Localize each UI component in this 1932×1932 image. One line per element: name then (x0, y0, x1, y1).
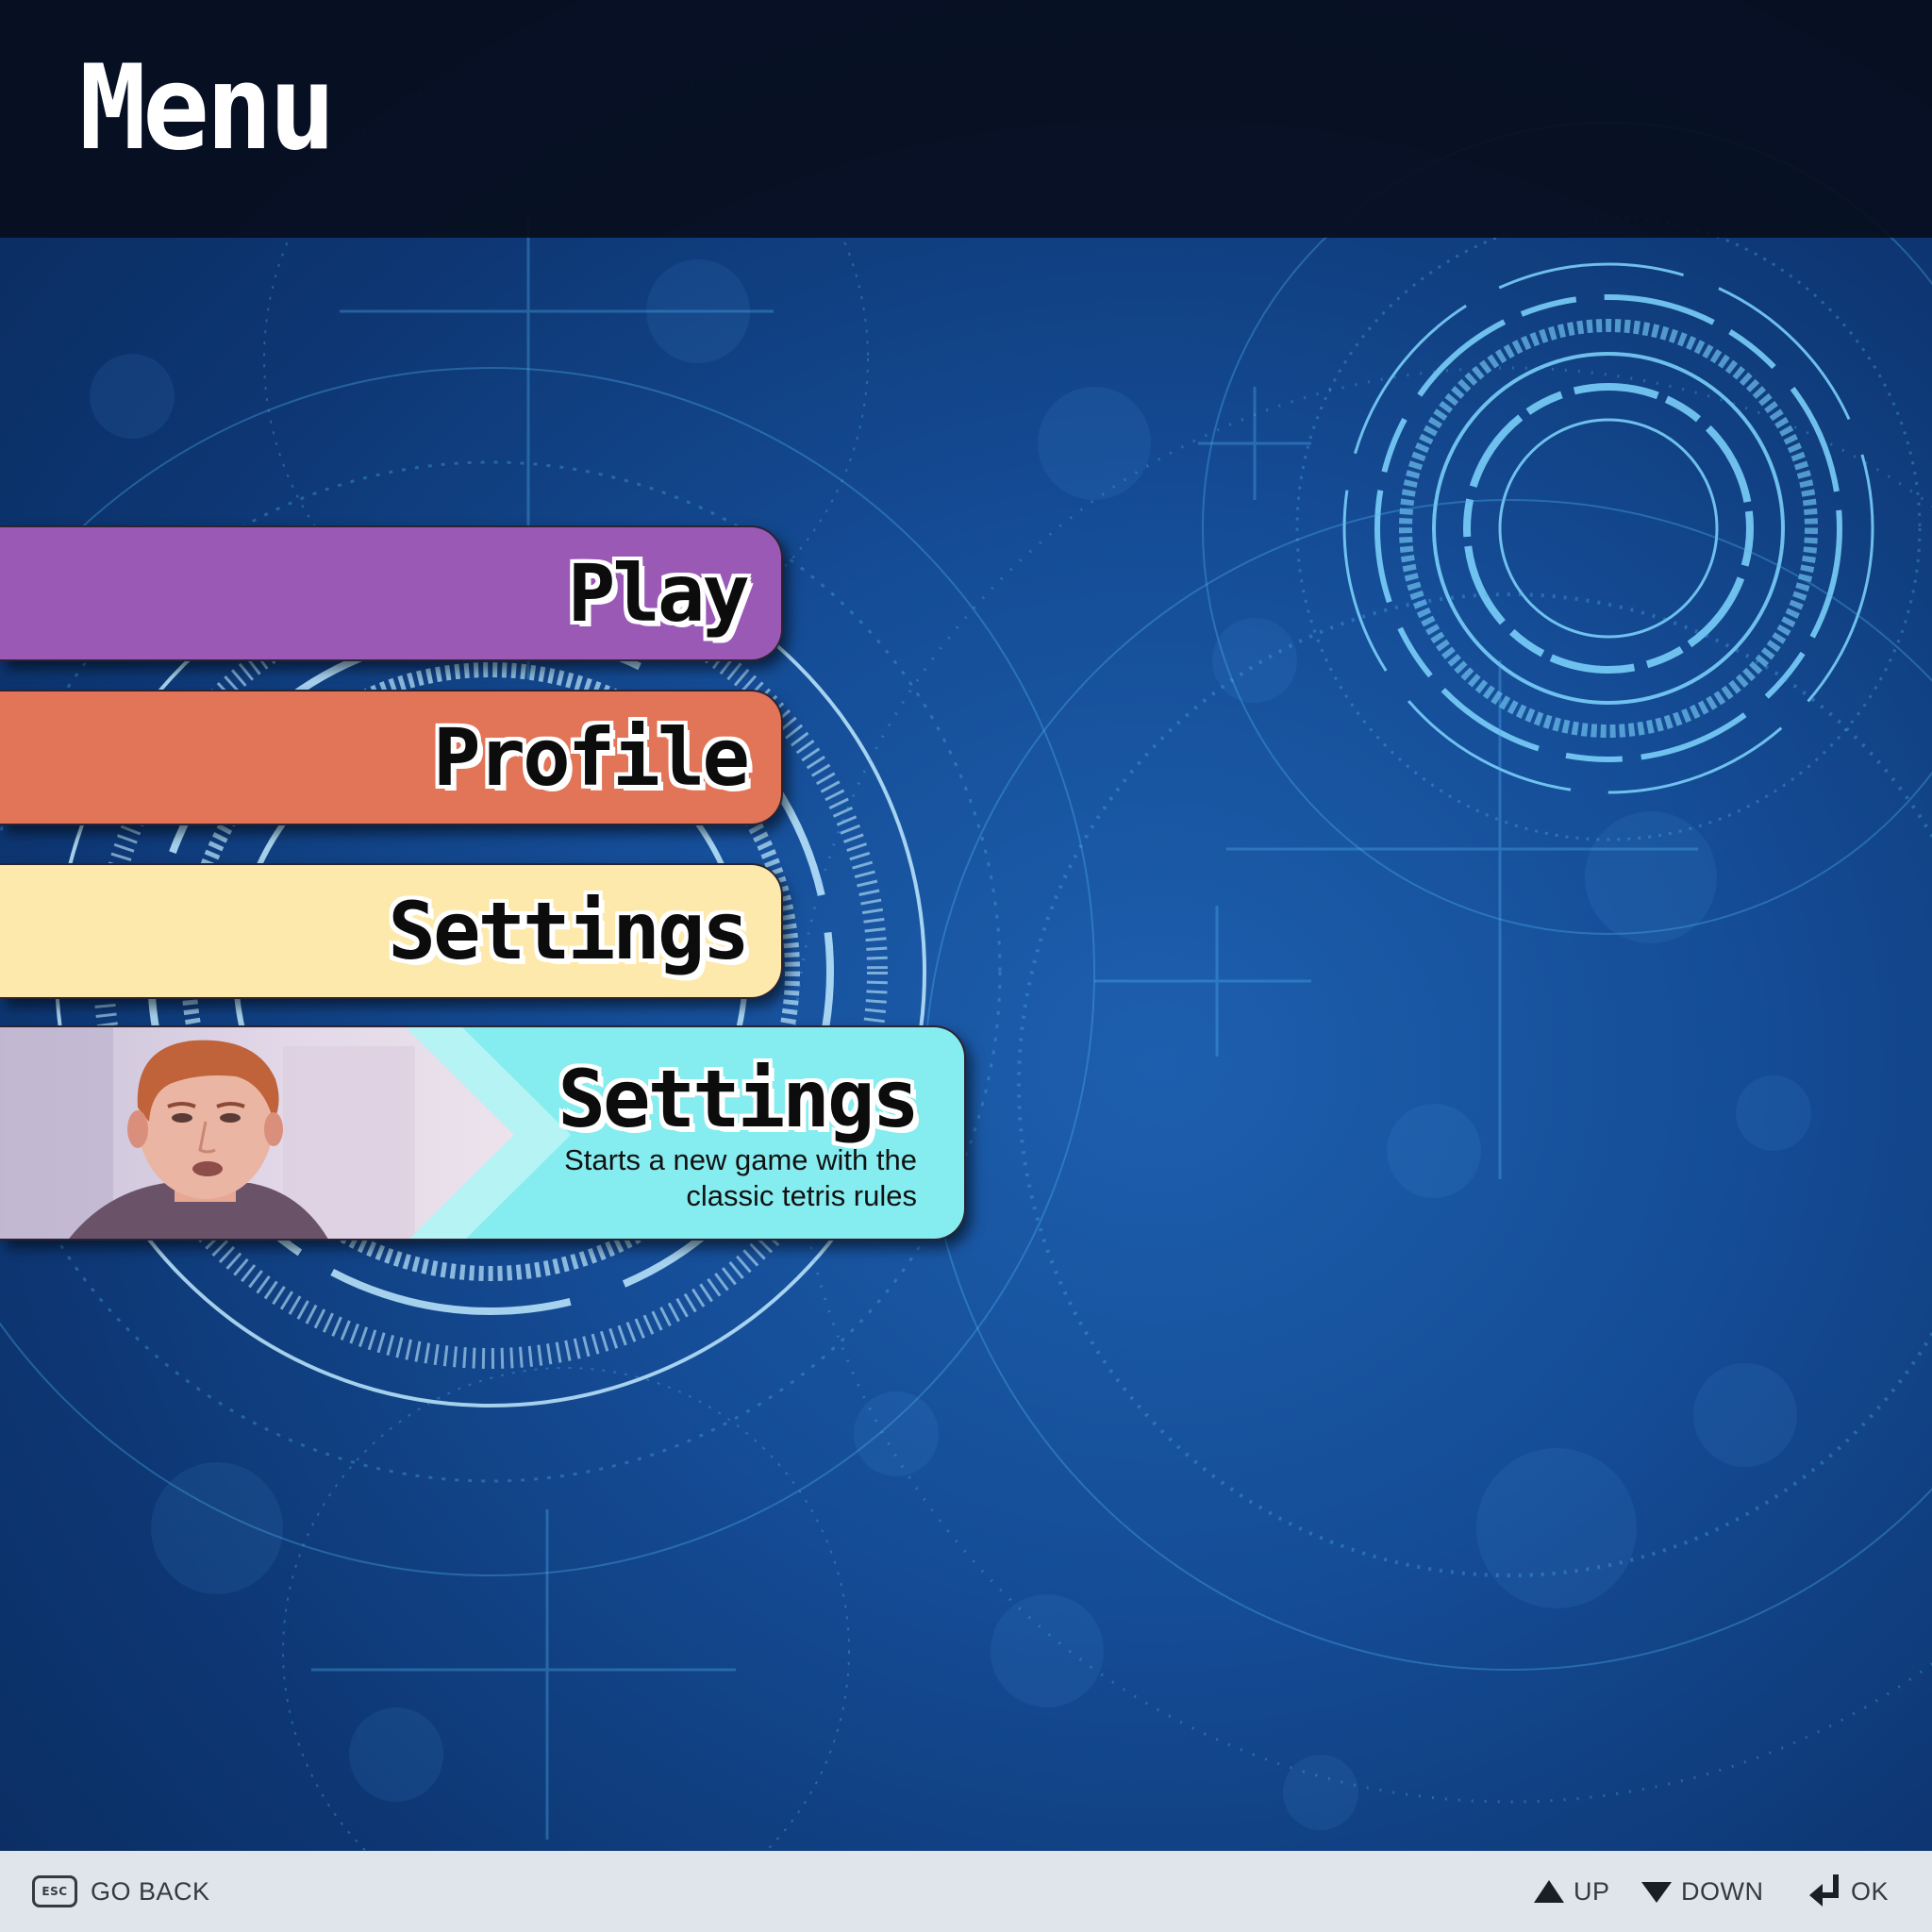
go-back-hint[interactable]: ESC GO BACK (32, 1851, 210, 1932)
controls-footer: ESC GO BACK UP DOWN OK (0, 1851, 1932, 1932)
menu-item-profile[interactable]: Profile (0, 690, 783, 825)
down-hint[interactable]: DOWN (1640, 1851, 1763, 1932)
down-label: DOWN (1681, 1876, 1764, 1906)
enter-key-icon (1807, 1873, 1843, 1910)
menu-item-label: Settings (558, 1053, 920, 1145)
menu-item-description: Starts a new game with the classic tetri… (564, 1143, 917, 1212)
menu-item-selected[interactable]: Settings Starts a new game with the clas… (0, 1025, 966, 1241)
preview-image (0, 1027, 571, 1239)
up-label: UP (1574, 1876, 1610, 1906)
game-menu-screen: Menu Play Profile Settings Settings Star… (0, 0, 1932, 1932)
go-back-label: GO BACK (91, 1876, 210, 1906)
triangle-down-icon (1640, 1878, 1674, 1905)
triangle-up-icon (1532, 1878, 1566, 1905)
menu-item-label: Play (567, 547, 750, 640)
menu-item-label: Settings (388, 885, 750, 977)
menu-item-play[interactable]: Play (0, 525, 783, 661)
header-bar: Menu (0, 0, 1932, 238)
up-hint[interactable]: UP (1532, 1851, 1610, 1932)
ok-hint[interactable]: OK (1807, 1851, 1889, 1932)
menu-item-settings[interactable]: Settings (0, 863, 783, 999)
menu-item-label: Profile (432, 711, 750, 804)
page-title: Menu (79, 39, 336, 176)
esc-key-icon: ESC (32, 1875, 77, 1907)
ok-label: OK (1851, 1876, 1890, 1906)
